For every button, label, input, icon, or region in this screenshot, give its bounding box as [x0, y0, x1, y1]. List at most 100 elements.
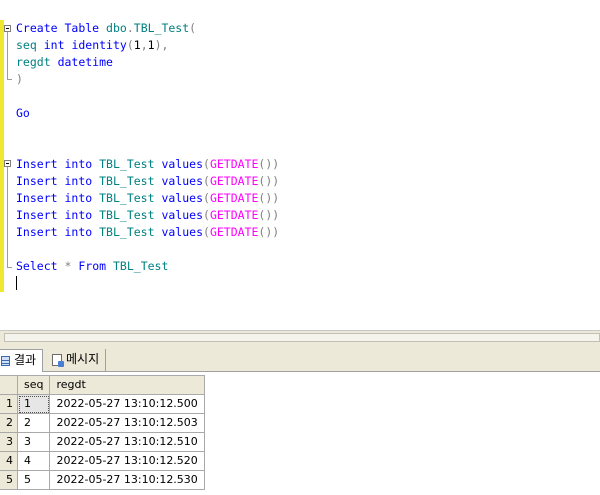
tab-messages[interactable]: 메시지 — [50, 349, 107, 371]
code-token: values — [161, 174, 203, 188]
code-line[interactable]: Insert into TBL_Test values(GETDATE()) — [16, 207, 279, 224]
row-header[interactable]: 5 — [0, 470, 18, 490]
code-token: values — [161, 225, 203, 239]
cell-regdt[interactable]: 2022-05-27 13:10:12.500 — [49, 394, 205, 414]
code-line[interactable] — [16, 122, 279, 139]
tab-messages-label: 메시지 — [66, 352, 100, 366]
code-token: ( — [203, 157, 210, 171]
results-pane: seq regdt 1 1 2022-05-27 13:10:12.500 2 2 202… — [0, 372, 600, 495]
code-line[interactable]: Insert into TBL_Test values(GETDATE()) — [16, 224, 279, 241]
table-row[interactable]: 1 1 2022-05-27 13:10:12.500 — [0, 394, 205, 414]
code-line[interactable]: ) — [16, 71, 279, 88]
cell-regdt[interactable]: 2022-05-27 13:10:12.530 — [49, 470, 205, 490]
code-token: TBL_Test — [99, 157, 155, 171]
corner-header[interactable] — [0, 375, 18, 395]
table-row[interactable]: 3 3 2022-05-27 13:10:12.510 — [0, 432, 205, 452]
outline-margin — [0, 0, 14, 330]
cell-seq[interactable]: 3 — [16, 432, 51, 452]
code-line[interactable] — [16, 139, 279, 156]
code-token: into — [64, 225, 93, 239]
code-line[interactable]: Go — [16, 105, 279, 122]
table-row[interactable]: 5 5 2022-05-27 13:10:12.530 — [0, 470, 205, 490]
code-token: ()) — [258, 208, 280, 222]
collapse-icon[interactable] — [4, 25, 11, 32]
code-token: dbo — [106, 21, 127, 35]
code-token: int — [43, 38, 65, 52]
code-token: ( — [203, 191, 210, 205]
query-editor[interactable]: Create Table dbo.TBL_Test(seq int identi… — [0, 0, 600, 330]
row-header[interactable]: 3 — [0, 432, 18, 452]
code-line[interactable]: Insert into TBL_Test values(GETDATE()) — [16, 173, 279, 190]
code-token: From — [78, 259, 107, 273]
code-token: GETDATE — [209, 174, 259, 188]
code-token: Go — [16, 106, 30, 120]
code-token: TBL_Test — [113, 259, 169, 273]
code-token: datetime — [57, 55, 113, 69]
code-token: ( — [189, 21, 197, 35]
code-token: Insert — [16, 208, 58, 222]
code-token: ()) — [258, 157, 280, 171]
results-grid[interactable]: seq regdt 1 1 2022-05-27 13:10:12.500 2 2 202… — [0, 375, 205, 490]
fold-end — [7, 79, 12, 80]
code-token: values — [161, 157, 203, 171]
cell-regdt[interactable]: 2022-05-27 13:10:12.510 — [49, 432, 205, 452]
cell-regdt[interactable]: 2022-05-27 13:10:12.520 — [49, 451, 205, 471]
code-token: ( — [126, 38, 134, 52]
code-token: identity — [71, 38, 127, 52]
code-lines[interactable]: Create Table dbo.TBL_Test(seq int identi… — [16, 20, 279, 292]
code-line[interactable]: Insert into TBL_Test values(GETDATE()) — [16, 156, 279, 173]
scrollbar-thumb[interactable] — [4, 333, 600, 342]
code-line[interactable]: seq int identity(1,1), — [16, 37, 279, 54]
code-token: ( — [203, 225, 210, 239]
code-token: into — [64, 208, 93, 222]
code-line[interactable]: regdt datetime — [16, 54, 279, 71]
code-token: Create — [16, 21, 58, 35]
code-token: GETDATE — [209, 157, 259, 171]
table-row[interactable]: 4 4 2022-05-27 13:10:12.520 — [0, 451, 205, 471]
code-token: ()) — [258, 191, 280, 205]
code-token: . — [126, 21, 134, 35]
code-token: Insert — [16, 174, 58, 188]
code-token: into — [64, 157, 93, 171]
result-tabs: 결과 메시지 — [0, 344, 600, 372]
grid-icon — [1, 355, 10, 366]
cell-seq[interactable]: 2 — [16, 413, 51, 433]
fold-end — [7, 267, 12, 268]
code-token: ( — [203, 174, 210, 188]
row-header[interactable]: 1 — [0, 394, 18, 414]
code-token: into — [64, 191, 93, 205]
fold-line — [7, 32, 8, 79]
code-token: seq — [16, 38, 37, 52]
cell-seq[interactable]: 5 — [16, 470, 51, 490]
cell-seq[interactable]: 1 — [16, 394, 51, 414]
collapse-icon[interactable] — [4, 160, 11, 167]
cell-seq[interactable]: 4 — [16, 451, 51, 471]
code-token: TBL_Test — [99, 225, 155, 239]
code-line[interactable] — [16, 275, 279, 292]
table-row[interactable]: 2 2 2022-05-27 13:10:12.503 — [0, 413, 205, 433]
code-line[interactable] — [16, 88, 279, 105]
code-line[interactable]: Create Table dbo.TBL_Test( — [16, 20, 279, 37]
tab-results-label: 결과 — [14, 353, 37, 367]
code-line[interactable]: Insert into TBL_Test values(GETDATE()) — [16, 190, 279, 207]
code-token: ( — [203, 208, 210, 222]
code-token: Insert — [16, 157, 58, 171]
code-token: Table — [64, 21, 100, 35]
editor-horizontal-scrollbar[interactable] — [0, 330, 600, 344]
row-header[interactable]: 2 — [0, 413, 18, 433]
code-token: into — [64, 174, 93, 188]
row-header[interactable]: 4 — [0, 451, 18, 471]
column-header-seq[interactable]: seq — [16, 375, 51, 395]
text-caret — [16, 276, 17, 290]
code-line[interactable]: Select * From TBL_Test — [16, 258, 279, 275]
code-token: GETDATE — [209, 191, 259, 205]
column-header-regdt[interactable]: regdt — [49, 375, 205, 395]
tab-results[interactable]: 결과 — [0, 349, 44, 372]
fold-line — [7, 167, 8, 267]
cell-regdt[interactable]: 2022-05-27 13:10:12.503 — [49, 413, 205, 433]
code-line[interactable] — [16, 241, 279, 258]
code-token: ()) — [258, 225, 280, 239]
